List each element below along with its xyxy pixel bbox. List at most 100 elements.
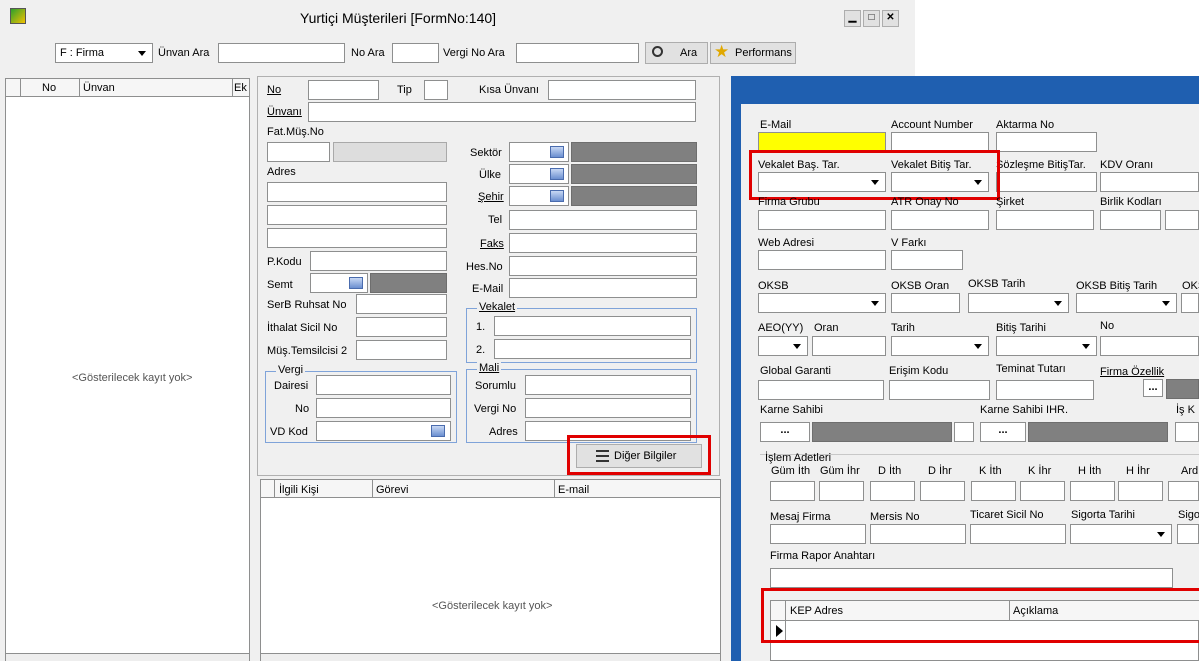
adres-line3[interactable] [267, 228, 447, 248]
firma-select[interactable]: F : Firma [55, 43, 153, 63]
picker-icon[interactable] [349, 277, 363, 289]
mus-temsilci-input[interactable] [356, 340, 447, 360]
mali-vergi-no-input[interactable] [525, 398, 691, 418]
close-button[interactable]: ✕ [882, 10, 899, 27]
col-ek: Ek [234, 82, 247, 94]
v-farki-label: V Farkı [891, 237, 927, 249]
kdv-orani-input[interactable] [1100, 172, 1199, 192]
maximize-button[interactable]: □ [863, 10, 880, 27]
tip-input[interactable] [424, 80, 448, 100]
unvan-input[interactable] [308, 102, 696, 122]
ticaret-sicil-input[interactable] [970, 524, 1066, 544]
h-ith-input[interactable] [1070, 481, 1115, 501]
sigo-input[interactable] [1177, 524, 1199, 544]
faks-input[interactable] [509, 233, 697, 253]
karne-sahibi-ihr-button[interactable]: ... [980, 422, 1026, 442]
picker-icon[interactable] [550, 146, 564, 158]
oksb-oran-input[interactable] [891, 293, 960, 313]
sehir-input[interactable] [509, 186, 569, 206]
firma-ozellik-label: Firma Özellik [1100, 366, 1165, 378]
is-k-input[interactable] [1175, 422, 1199, 442]
performans-button[interactable]: ★ Performans [710, 42, 796, 64]
fat-mus-no-label: Fat.Müş.No [267, 126, 324, 138]
no-ara-input[interactable] [392, 43, 439, 63]
semt-input[interactable] [310, 273, 368, 293]
d-ith-input[interactable] [870, 481, 915, 501]
left-grid-scrollbar[interactable] [6, 653, 249, 661]
hes-no-input[interactable] [509, 256, 697, 276]
contacts-grid[interactable] [260, 479, 721, 661]
aeo-tarih-select[interactable] [891, 336, 989, 356]
karne-sahibi-button[interactable]: ... [760, 422, 810, 442]
oksb-select[interactable] [758, 293, 886, 313]
firma-ozellik-button[interactable]: ... [1143, 379, 1163, 397]
r-email-input[interactable] [758, 132, 886, 152]
vergi-dairesi-input[interactable] [316, 375, 451, 395]
sozlesme-bitis-input[interactable] [996, 172, 1097, 192]
sektor-input[interactable] [509, 142, 569, 162]
sigorta-tarihi-select[interactable] [1070, 524, 1172, 544]
mesaj-firma-input[interactable] [770, 524, 866, 544]
oksb-oran-label: OKSB Oran [891, 280, 950, 292]
aeo-no-input[interactable] [1100, 336, 1199, 356]
ithalat-sicil-input[interactable] [356, 317, 447, 337]
global-garanti-input[interactable] [758, 380, 884, 400]
vekalet-2-input[interactable] [494, 339, 691, 359]
account-number-input[interactable] [891, 132, 989, 152]
serb-ruhsat-input[interactable] [356, 294, 447, 314]
kisa-unvan-input[interactable] [548, 80, 696, 100]
vergi-dairesi-label: Dairesi [274, 380, 309, 392]
ard-input[interactable] [1168, 481, 1199, 501]
vergi-no-ara-input[interactable] [516, 43, 639, 63]
ulke-input[interactable] [509, 164, 569, 184]
oksb-tarih-select[interactable] [968, 293, 1069, 313]
h-ihr-input[interactable] [1118, 481, 1163, 501]
picker-icon[interactable] [431, 425, 445, 437]
atr-onay-input[interactable] [891, 210, 989, 230]
birlik-kodlari-input1[interactable] [1100, 210, 1161, 230]
aeo-bitis-select[interactable] [996, 336, 1097, 356]
picker-icon[interactable] [550, 190, 564, 202]
d-ihr-input[interactable] [920, 481, 965, 501]
birlik-kodlari-input2[interactable] [1165, 210, 1199, 230]
oks-input[interactable] [1181, 293, 1199, 313]
vd-kod-input[interactable] [316, 421, 451, 441]
contacts-grid-scrollbar[interactable] [261, 653, 720, 661]
mali-sorumlu-input[interactable] [525, 375, 691, 395]
mali-title: Mali [477, 362, 502, 375]
aeo-select[interactable] [758, 336, 808, 356]
pkodu-input[interactable] [310, 251, 447, 271]
gum-ith-input[interactable] [770, 481, 815, 501]
firma-rapor-input[interactable] [770, 568, 1173, 588]
tel-input[interactable] [509, 210, 697, 230]
picker-icon[interactable] [550, 168, 564, 180]
web-adresi-input[interactable] [758, 250, 886, 270]
col-ilgili-kisi: İlgili Kişi [279, 484, 319, 496]
unvan-ara-input[interactable] [218, 43, 345, 63]
aeo-oran-input[interactable] [812, 336, 886, 356]
ara-button[interactable]: Ara [645, 42, 708, 64]
adres-line2[interactable] [267, 205, 447, 225]
left-grid[interactable] [5, 78, 250, 661]
aktarma-no-input[interactable] [996, 132, 1097, 152]
vekalet-1-input[interactable] [494, 316, 691, 336]
sirket-input[interactable] [996, 210, 1094, 230]
k-ith-input[interactable] [971, 481, 1016, 501]
mersis-no-input[interactable] [870, 524, 966, 544]
adres-line1[interactable] [267, 182, 447, 202]
col-no: No [42, 82, 57, 94]
no-input[interactable] [308, 80, 379, 100]
v-farki-input[interactable] [891, 250, 963, 270]
oksb-bitis-select[interactable] [1076, 293, 1177, 313]
firma-grubu-input[interactable] [758, 210, 886, 230]
d-ihr-label: D İhr [928, 465, 952, 477]
gum-ihr-input[interactable] [819, 481, 864, 501]
email-input[interactable] [509, 278, 697, 298]
karne-sahibi-extra[interactable] [954, 422, 974, 442]
minimize-button[interactable]: ▁ [844, 10, 861, 27]
fat-mus-no-input[interactable] [267, 142, 330, 162]
erisim-kodu-input[interactable] [889, 380, 990, 400]
teminat-tutari-input[interactable] [996, 380, 1094, 400]
k-ihr-input[interactable] [1020, 481, 1065, 501]
vergi-no-input[interactable] [316, 398, 451, 418]
